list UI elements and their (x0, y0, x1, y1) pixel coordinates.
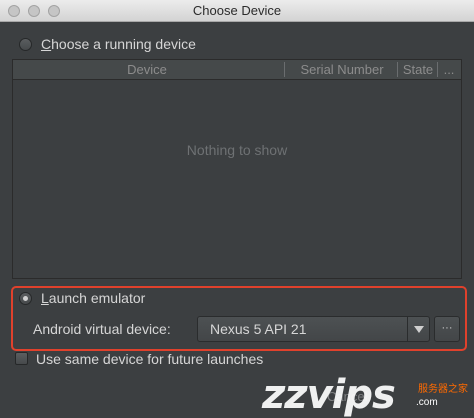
table-header: Device Serial Number State ... (13, 60, 461, 80)
column-header-serial-number[interactable]: Serial Number (287, 62, 397, 77)
launch-emulator-label[interactable]: Launch emulator (41, 290, 145, 306)
column-header-state[interactable]: State (399, 62, 437, 77)
more-options-button[interactable]: ··· (434, 316, 460, 342)
same-device-checkbox[interactable] (15, 352, 28, 365)
watermark-sub-text: .com (416, 397, 438, 408)
column-divider[interactable] (397, 62, 398, 77)
watermark-side-text: 服务器之家 (418, 384, 468, 395)
choose-running-device-radio[interactable] (19, 38, 32, 51)
window-titlebar: Choose Device (0, 0, 474, 22)
same-device-label[interactable]: Use same device for future launches (36, 351, 263, 367)
running-devices-table[interactable]: Device Serial Number State ... Nothing t… (12, 59, 462, 279)
android-virtual-device-select[interactable]: Nexus 5 API 21 (197, 316, 430, 342)
column-divider[interactable] (437, 62, 438, 77)
column-divider[interactable] (284, 62, 285, 77)
android-virtual-device-label: Android virtual device: (33, 321, 171, 337)
selected-avd-value: Nexus 5 API 21 (210, 321, 307, 337)
window-title: Choose Device (192, 3, 282, 18)
launch-emulator-radio[interactable] (19, 292, 32, 305)
choose-running-device-label[interactable]: Choose a running device (41, 36, 196, 52)
chevron-down-icon[interactable] (407, 317, 429, 341)
empty-state-text: Nothing to show (186, 142, 288, 158)
column-header-more[interactable]: ... (439, 62, 459, 77)
watermark-logo: zzvips (262, 372, 396, 418)
column-header-device[interactable]: Device (13, 62, 281, 77)
